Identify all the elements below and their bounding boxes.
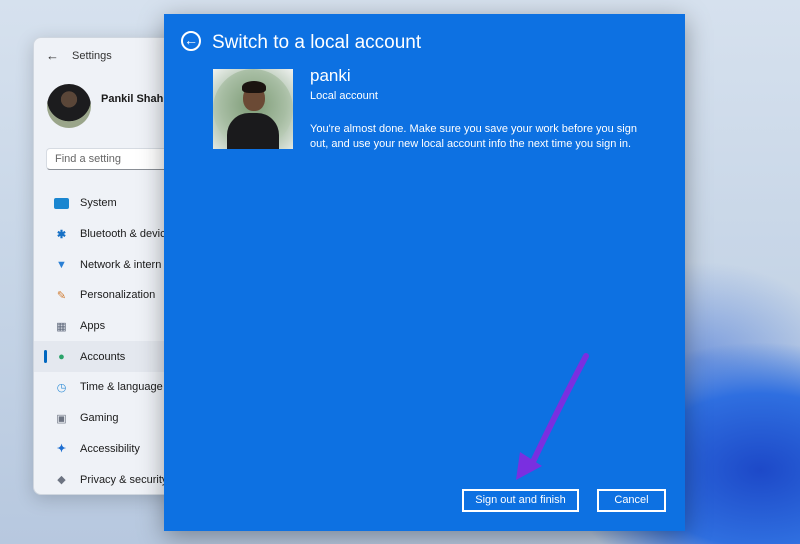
annotation-arrow-icon bbox=[516, 353, 589, 480]
